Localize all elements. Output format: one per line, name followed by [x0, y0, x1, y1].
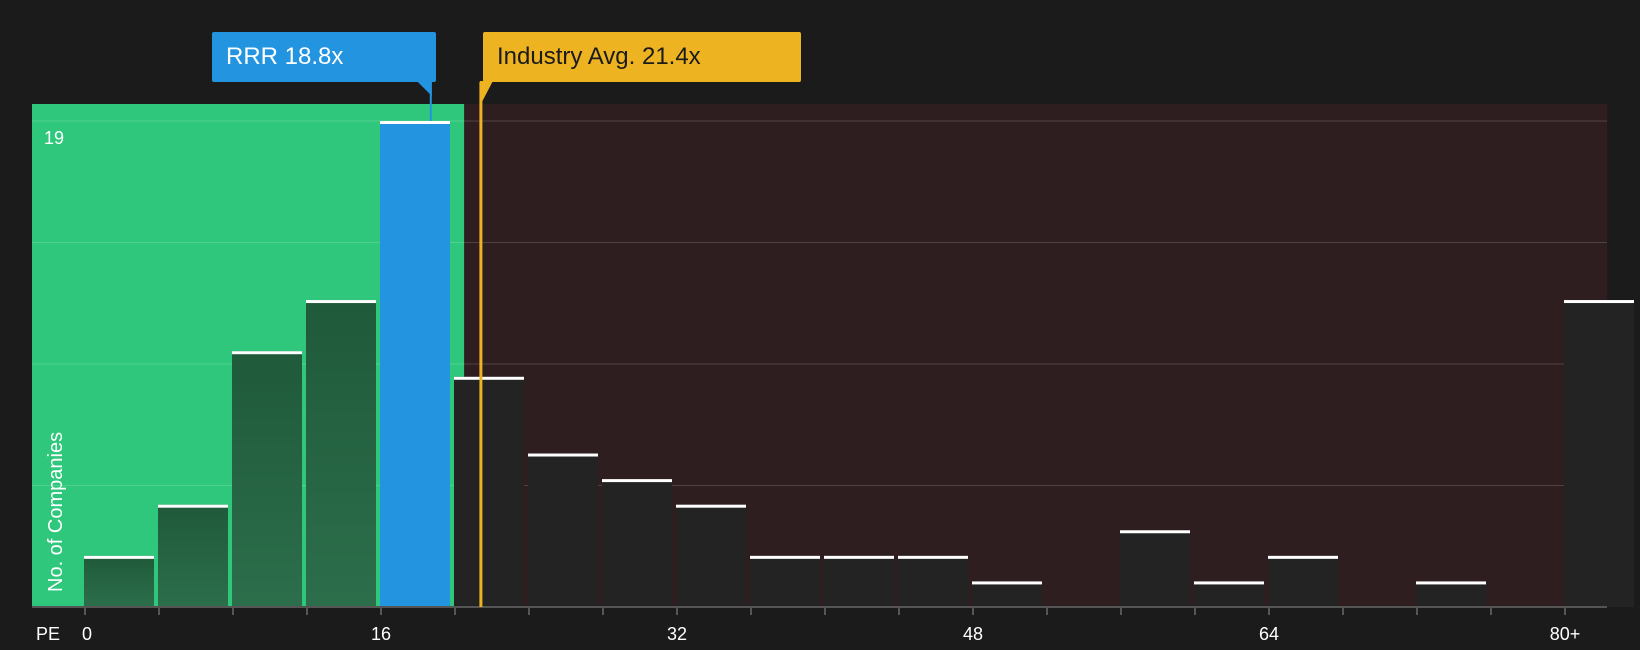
histogram-bar	[1564, 300, 1634, 607]
x-axis-ticks	[84, 607, 1566, 615]
bar-cap	[1194, 581, 1264, 585]
histogram-bar	[158, 504, 228, 607]
x-tick-label: 0	[82, 624, 92, 644]
bar-cap	[528, 453, 598, 457]
x-tick-label: 16	[371, 624, 391, 644]
histogram-bar	[972, 581, 1042, 607]
histogram-bar	[750, 555, 820, 607]
histogram-bar	[380, 121, 450, 607]
bar-cap	[824, 555, 894, 559]
histogram-bar	[454, 376, 524, 607]
x-tick-label: 32	[667, 624, 687, 644]
bar-cap	[1120, 530, 1190, 534]
bar-cap	[1564, 300, 1634, 304]
histogram-bar	[528, 453, 598, 607]
histogram-bar	[602, 479, 672, 607]
y-axis-label: No. of Companies	[45, 432, 67, 592]
bar-cap	[158, 504, 228, 508]
histogram-bar	[676, 504, 746, 607]
bar-cap	[380, 121, 450, 124]
bar-cap	[898, 555, 968, 559]
histogram-bar	[824, 555, 894, 607]
bar-cap	[602, 479, 672, 483]
bar-cap	[84, 555, 154, 559]
x-tick-label: 80+	[1550, 624, 1581, 644]
industry-avg-pointer	[479, 81, 493, 104]
histogram-bar	[84, 555, 154, 607]
bar-cap	[1268, 555, 1338, 559]
histogram-bar	[1120, 530, 1190, 607]
subject-pointer	[416, 81, 432, 96]
histogram-bar	[1194, 581, 1264, 607]
industry-avg-callout: Industry Avg. 21.4x	[483, 32, 801, 82]
bar-cap	[972, 581, 1042, 585]
subject-pe-callout: RRR 18.8x	[212, 32, 436, 82]
y-tick-label: 19	[44, 128, 64, 148]
x-axis-label: PE	[36, 624, 60, 644]
histogram-bar	[1416, 581, 1486, 607]
bar-cap	[1416, 581, 1486, 585]
bar-cap	[676, 504, 746, 508]
histogram-bar	[232, 351, 302, 607]
bar-cap	[750, 555, 820, 559]
pe-histogram-chart: 19 No. of Companies PE 0 16 32 48 64 80+	[32, 81, 1634, 644]
bar-cap	[306, 300, 376, 304]
bar-cap	[232, 351, 302, 355]
x-tick-label: 48	[963, 624, 983, 644]
x-tick-label: 64	[1259, 624, 1279, 644]
histogram-bar	[898, 555, 968, 607]
histogram-bar	[306, 300, 376, 607]
histogram-bar	[1268, 555, 1338, 607]
x-tick-labels: 0 16 32 48 64 80+	[82, 624, 1580, 644]
bar-cap	[454, 376, 524, 380]
